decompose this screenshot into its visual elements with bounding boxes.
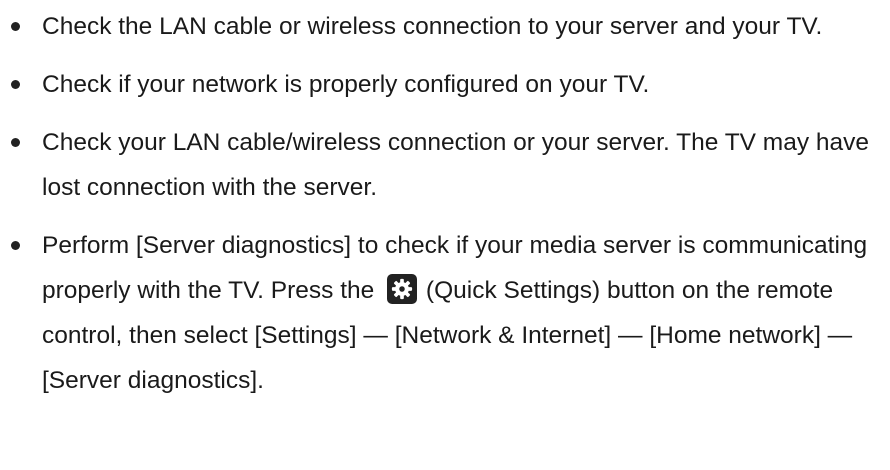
bullet-dot bbox=[11, 241, 20, 250]
list-item-text: Check your LAN cable/wireless connection… bbox=[42, 129, 870, 201]
list-item: Check if your network is properly config… bbox=[0, 62, 890, 107]
gear-icon bbox=[387, 274, 418, 304]
bullet-dot bbox=[11, 138, 20, 147]
bullet-dot bbox=[11, 22, 20, 31]
list-item-text: Check if your network is properly config… bbox=[42, 71, 650, 98]
list-item: Check your LAN cable/wireless connection… bbox=[0, 120, 890, 210]
list-item: Check the LAN cable or wireless connecti… bbox=[0, 4, 890, 49]
bullet-dot bbox=[11, 80, 20, 89]
list-item-text: Check the LAN cable or wireless connecti… bbox=[42, 13, 823, 40]
help-content: Check the LAN cable or wireless connecti… bbox=[0, 0, 890, 470]
troubleshooting-list: Check the LAN cable or wireless connecti… bbox=[0, 4, 890, 403]
list-item: Perform [Server diagnostics] to check if… bbox=[0, 223, 890, 403]
